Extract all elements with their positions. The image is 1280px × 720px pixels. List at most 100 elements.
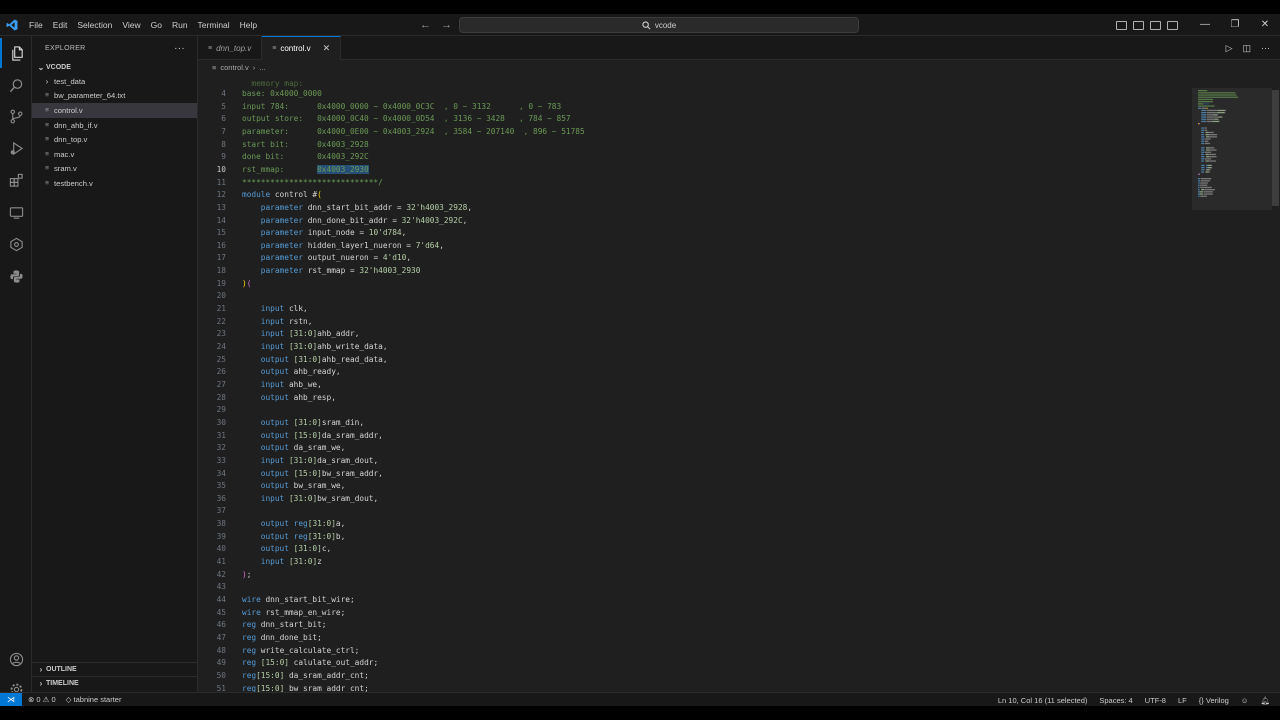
code-token: 4'd10 [382,253,407,263]
minimap-token [1211,167,1213,169]
python-icon[interactable] [0,261,32,291]
minimap-token [1200,178,1212,180]
menu-item-run[interactable]: Run [167,14,193,36]
code-token: *****************************/ [242,177,383,187]
code-token: output_nueron = [303,253,383,263]
code-token: input 784: 0x4000_0000 ~ 0x4000_0C3C , 0… [242,101,562,111]
problems-indicator[interactable]: ⊗ 0 ⚠ 0 [28,695,56,704]
tree-item-label: mac.v [54,149,75,159]
tab-control-v[interactable]: ≡ control.v ✕ [262,36,342,60]
minimap-token [1201,171,1204,173]
remote-indicator-icon[interactable]: ⋊ [0,692,22,706]
code-text: output [15:0]bw_sram_addr, [242,468,383,481]
code-token: [15:0] [256,670,285,680]
code-token: [31:0] [288,342,318,351]
notifications-bell-icon[interactable]: 🔔︎ [1260,696,1270,705]
encoding[interactable]: UTF-8 [1145,696,1166,705]
tabnine-status[interactable]: ◇ tabnine starter [66,695,122,704]
code-token: z [317,557,322,567]
menu-item-file[interactable]: File [24,14,48,36]
file-item[interactable]: ≡ sram.v [32,162,197,177]
minimize-button[interactable]: — [1190,14,1220,36]
menu-item-edit[interactable]: Edit [48,14,73,36]
remote-explorer-icon[interactable] [0,197,32,227]
code-text: reg dnn_start_bit; [242,619,327,632]
file-item[interactable]: ≡ testbench.v [32,176,197,191]
toggle-secondary-sidebar-icon[interactable] [1150,20,1161,30]
code-text: module control #( [242,189,322,202]
minimap-token [1201,120,1207,123]
explorer-icon[interactable] [0,38,32,68]
breadcrumb-symbol[interactable]: ... [259,63,265,72]
file-item[interactable]: ≡ bw_parameter_64.txt [32,89,197,104]
chevron-right-icon: › [39,679,43,688]
menu-item-terminal[interactable]: Terminal [193,14,235,36]
language-mode[interactable]: {} Verilog [1199,696,1229,705]
run-debug-icon[interactable] [0,133,32,163]
breadcrumb-file[interactable]: control.v [220,63,248,72]
vertical-scrollbar[interactable] [1272,74,1280,692]
code-token: parameter [260,215,304,225]
scrollbar-thumb[interactable] [1272,90,1279,206]
file-item[interactable]: ≡ dnn_ahb_if.v [32,118,197,133]
menu-item-view[interactable]: View [117,14,145,36]
minimap-token [1201,189,1205,191]
source-control-icon[interactable] [0,101,32,131]
menu-item-selection[interactable]: Selection [72,14,117,36]
run-play-icon[interactable]: ▷ [1226,43,1233,54]
minimap-token [1218,116,1222,118]
code-token: reg [242,645,257,655]
back-arrow-icon[interactable]: ← [420,19,431,31]
outline-section[interactable]: › OUTLINE [32,662,198,676]
code-editor[interactable]: memory map: 4 base: 0x4000_0000 5 input 784:… [198,74,1192,692]
testing-icon[interactable] [0,229,32,259]
file-item[interactable]: ≡ control.v [32,103,197,118]
code-line: 8 start bit: 0x4003_2928 [198,139,1192,152]
cursor-position[interactable]: Ln 10, Col 16 (11 selected) [998,696,1088,705]
command-center[interactable]: vcode [459,17,859,33]
chevron-right-icon: › [45,76,49,86]
code-line: 28 output ahb_resp, [198,392,1192,405]
close-tab-icon[interactable]: ✕ [323,43,331,54]
code-line: 7 parameter: 0x4000_0E00 ~ 0x4003_2924 , … [198,126,1192,139]
timeline-section[interactable]: › TIMELINE [32,676,198,690]
code-line: 4 base: 0x4000_0000 [198,88,1192,101]
end-of-line[interactable]: LF [1178,696,1187,705]
code-text: input ahb_we, [242,379,322,392]
customize-layout-icon[interactable] [1167,20,1178,30]
minimap[interactable] [1192,74,1272,692]
code-line: 16 parameter hidden_layer1_nueron = 7'd6… [198,240,1192,253]
close-window-button[interactable]: ✕ [1250,14,1280,36]
menu-item-go[interactable]: Go [146,14,167,36]
code-line: 44 wire dnn_start_bit_wire; [198,594,1192,607]
feedback-icon[interactable]: ☺ [1241,696,1249,705]
minimap-token [1221,116,1223,118]
minimap-token [1198,92,1236,94]
menu-item-help[interactable]: Help [235,14,262,36]
forward-arrow-icon[interactable]: → [441,19,452,31]
minimap-token [1209,156,1217,158]
file-item[interactable]: ≡ dnn_top.v [32,132,197,147]
restore-button[interactable]: ❐ [1220,14,1250,36]
accounts-icon[interactable] [0,644,32,674]
minimap-token [1201,142,1205,145]
split-editor-icon[interactable]: ◫ [1242,43,1251,54]
file-item[interactable]: ≡ mac.v [32,147,197,162]
folder-item[interactable]: › test_data [32,74,197,89]
tab-dnn_top-v[interactable]: ≡ dnn_top.v [198,36,263,60]
more-actions-icon[interactable]: ··· [1261,43,1270,53]
toggle-panel-icon[interactable] [1133,20,1144,30]
workspace-folder-header[interactable]: ⌄ VCODE [32,60,197,74]
file-icon: ≡ [208,44,213,52]
minimap-token [1206,156,1210,158]
minimap-token [1208,131,1214,134]
extensions-icon[interactable] [0,165,32,195]
indentation[interactable]: Spaces: 4 [1099,696,1132,705]
code-token: da_sram_addr, [321,430,383,440]
more-actions-icon[interactable]: ··· [174,43,185,54]
search-icon[interactable] [0,70,32,100]
code-line: 12 module control #( [198,189,1192,202]
toggle-primary-sidebar-icon[interactable] [1116,20,1127,30]
